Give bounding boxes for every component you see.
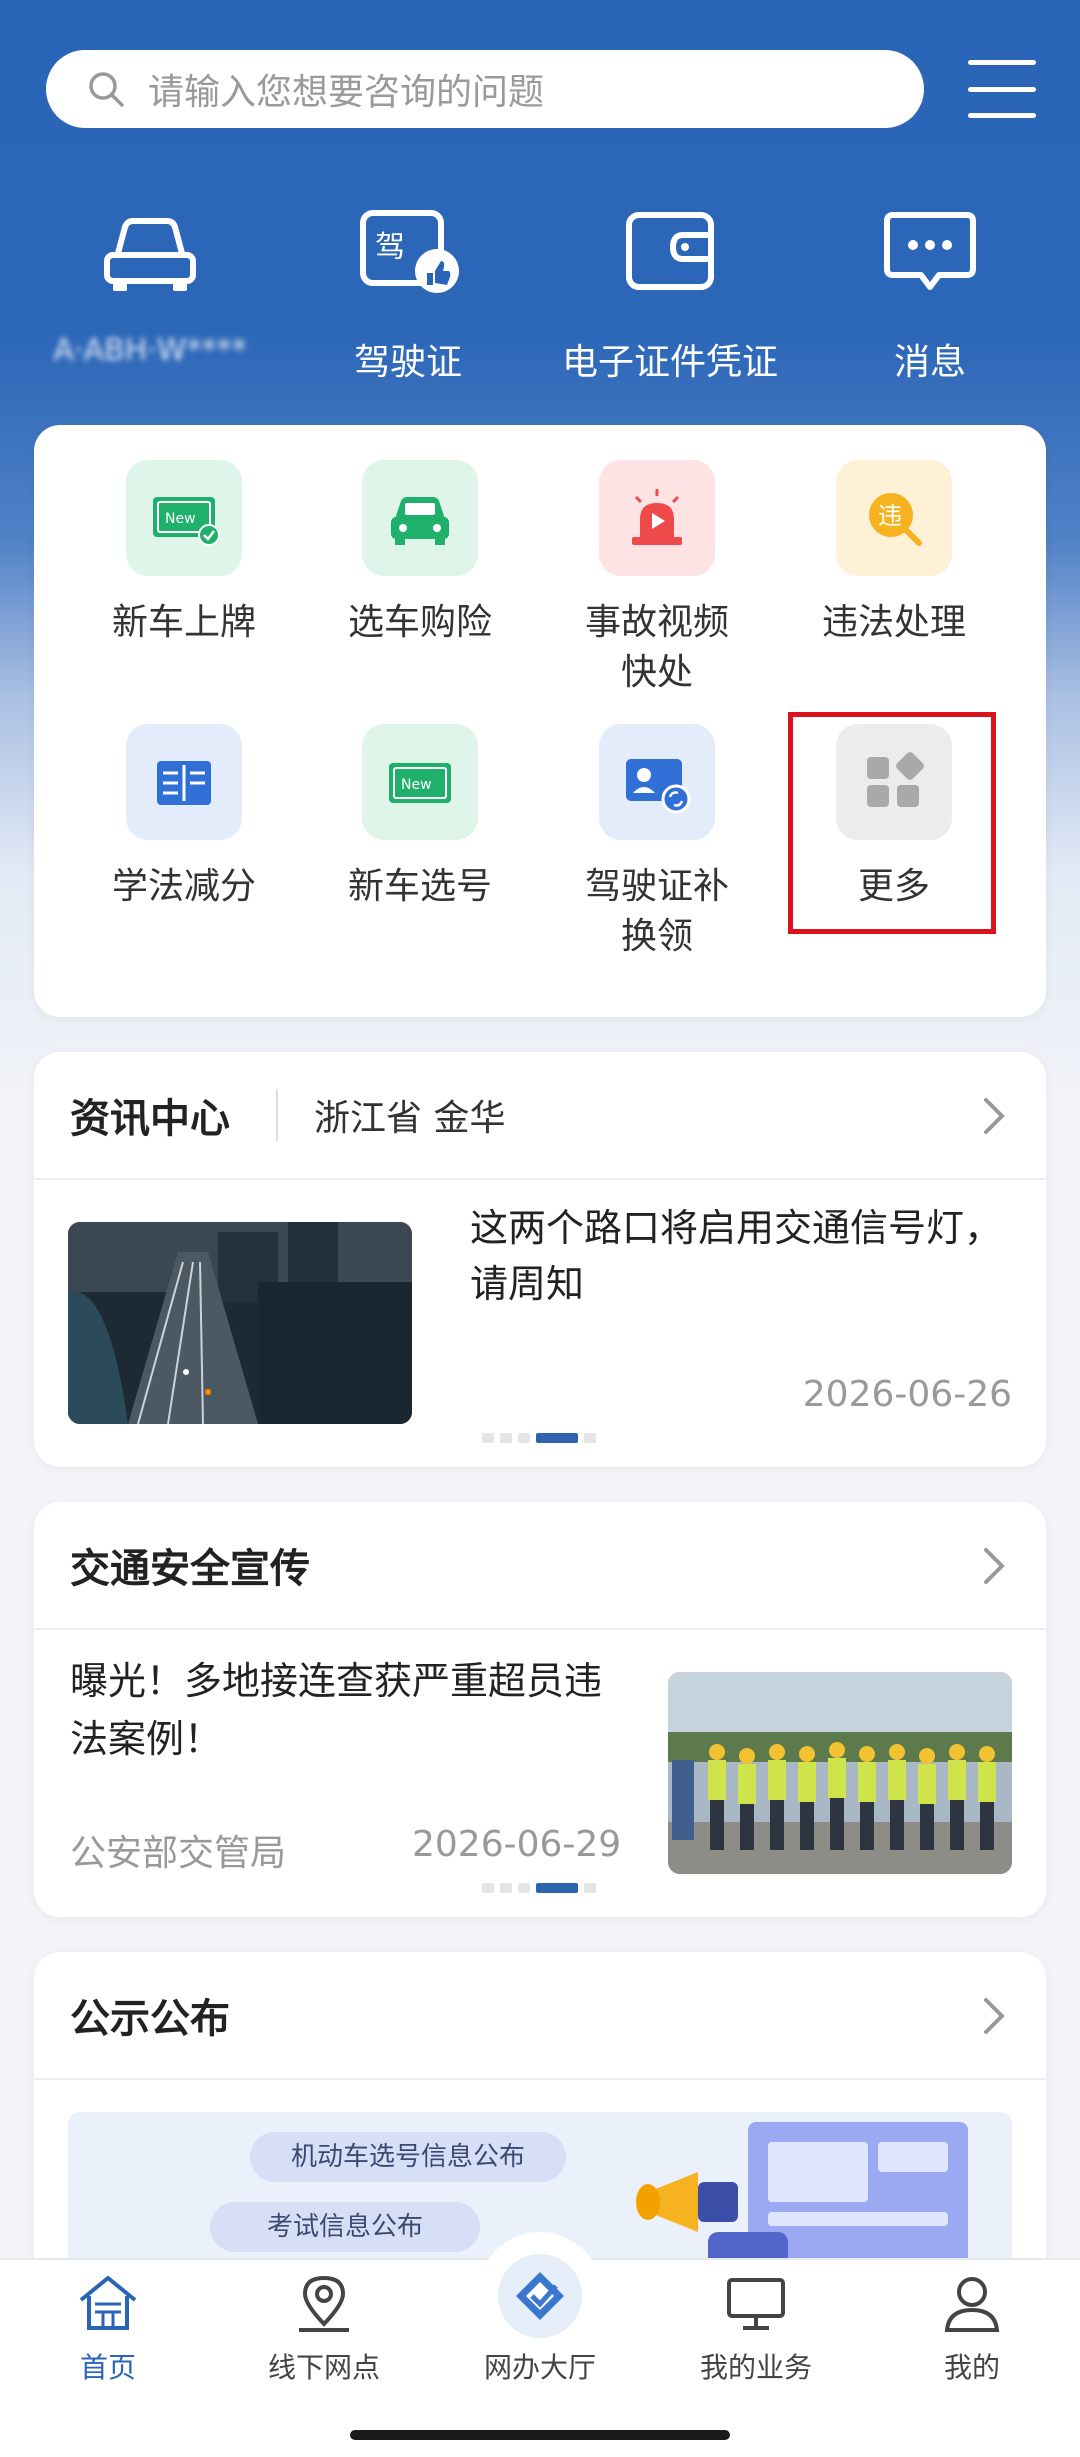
- search-icon: [89, 72, 124, 107]
- news-headline[interactable]: 这两个路口将启用交通信号灯，请周知: [470, 1200, 1010, 1312]
- safety-image[interactable]: [668, 1672, 1012, 1874]
- car-icon: [104, 218, 196, 291]
- location-icon: [299, 2275, 349, 2332]
- tab-offline-outlets[interactable]: 线下网点: [216, 2268, 432, 2386]
- service-accident-video[interactable]: 事故视频快处: [547, 460, 767, 698]
- wallet-icon: [626, 212, 714, 290]
- service-study-law[interactable]: 学法减分: [74, 724, 294, 912]
- safety-headline[interactable]: 曝光！多地接连查获严重超员违法案例！: [70, 1652, 630, 1768]
- svg-text:违: 违: [878, 502, 902, 530]
- news-card: 资讯中心 浙江省 金华 这两个路口将启用交通信号灯，请周知 2026-06-26: [34, 1052, 1046, 1467]
- id-renew-icon: [626, 759, 691, 814]
- notice-title: 公示公布: [70, 1996, 230, 2042]
- messages-label: 消息: [893, 342, 966, 383]
- svg-text:驾: 驾: [375, 230, 405, 265]
- alarm-video-icon: [632, 489, 682, 545]
- svg-text:New: New: [165, 511, 196, 527]
- safety-title: 交通安全宣传: [70, 1546, 310, 1592]
- notice-header[interactable]: 公示公布: [34, 1952, 1046, 2080]
- violation-icon: 违: [869, 493, 922, 546]
- quick-action-license[interactable]: 驾 驾驶证: [278, 195, 538, 385]
- new-plate-icon: New: [153, 497, 220, 546]
- news-page-dots: [482, 1433, 596, 1443]
- news-location[interactable]: 浙江省 金华: [314, 1089, 505, 1141]
- safety-header[interactable]: 交通安全宣传: [34, 1502, 1046, 1630]
- svg-text:New: New: [401, 777, 432, 793]
- home-icon: [79, 2276, 137, 2330]
- safety-card: 交通安全宣传 曝光！多地接连查获严重超员违法案例！ 公安部交管局 2026-06…: [34, 1502, 1046, 1917]
- hall-icon: [498, 2254, 582, 2338]
- message-icon: [884, 212, 976, 290]
- news-header[interactable]: 资讯中心 浙江省 金华: [34, 1052, 1046, 1180]
- user-icon: [944, 2277, 1000, 2332]
- search-placeholder: 请输入您想要咨询的问题: [148, 72, 545, 113]
- notice-pill-exam[interactable]: 考试信息公布: [210, 2202, 480, 2252]
- safety-page-dots: [482, 1883, 596, 1893]
- car-insurance-icon: [391, 497, 449, 545]
- safety-date: 2026-06-29: [412, 1824, 622, 1865]
- chevron-right-icon: [984, 1548, 1005, 1584]
- service-license-renew[interactable]: 驾驶证补换领: [547, 724, 767, 962]
- quick-action-vehicle[interactable]: A·ABH·W****: [20, 195, 280, 368]
- service-violation[interactable]: 违 违法处理: [784, 460, 1004, 648]
- service-new-plate[interactable]: New 新车上牌: [74, 460, 294, 648]
- book-icon: [157, 761, 211, 805]
- monitor-icon: [727, 2278, 785, 2330]
- news-title: 资讯中心: [70, 1096, 230, 1142]
- safety-source: 公安部交管局: [70, 1833, 287, 1874]
- chevron-right-icon: [984, 1998, 1005, 2034]
- chevron-right-icon: [984, 1098, 1005, 1134]
- vehicle-plate-label: A·ABH·W****: [53, 333, 247, 368]
- new-number-icon: New: [389, 763, 451, 803]
- e-certificate-label: 电子证件凭证: [561, 342, 778, 383]
- home-indicator: [350, 2430, 730, 2440]
- search-input[interactable]: 请输入您想要咨询的问题: [46, 50, 924, 128]
- tab-mine[interactable]: 我的: [864, 2268, 1080, 2386]
- tab-my-business[interactable]: 我的业务: [648, 2268, 864, 2386]
- service-new-number[interactable]: New 新车选号: [310, 724, 530, 912]
- more-highlight-box: [788, 712, 996, 934]
- notice-pill-vehicle-number[interactable]: 机动车选号信息公布: [250, 2132, 566, 2182]
- menu-icon[interactable]: [968, 60, 1036, 118]
- quick-action-e-certificate[interactable]: 电子证件凭证: [540, 195, 800, 385]
- license-label: 驾驶证: [353, 342, 462, 383]
- license-icon: 驾: [360, 210, 459, 293]
- news-date: 2026-06-26: [802, 1374, 1012, 1415]
- news-image[interactable]: [68, 1222, 412, 1424]
- tab-home[interactable]: 首页: [0, 2268, 216, 2386]
- tab-online-hall[interactable]: 网办大厅: [432, 2250, 648, 2386]
- service-car-insurance[interactable]: 选车购险: [310, 460, 530, 648]
- quick-action-messages[interactable]: 消息: [800, 195, 1060, 385]
